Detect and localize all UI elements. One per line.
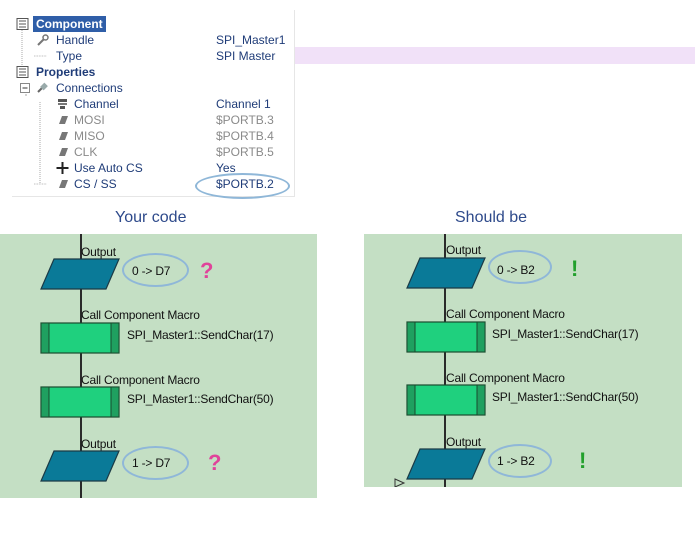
macro-expression: SPI_Master1::SendChar(50) [127,392,274,406]
tree-lines [21,30,41,184]
component-group-row[interactable]: Component [12,16,294,32]
plus-icon [56,162,69,174]
handle-label: Handle [56,33,95,47]
macro-block[interactable] [406,384,486,416]
output-label: Output [446,243,481,257]
clk-value: $PORTB.5 [216,145,274,159]
mosi-row[interactable]: MOSI $PORTB.3 [12,112,294,128]
handle-value: SPI_Master1 [216,33,286,47]
caption-should-be: Should be [455,209,528,226]
output-label: Output [81,245,116,259]
highlight-ellipse [122,253,189,287]
pin-icon [59,180,68,188]
highlight-strip [272,47,695,64]
macro-expression: SPI_Master1::SendChar(17) [492,327,639,341]
pin-icon [59,132,68,140]
flowchart-panel-should-be: Output 0 -> B2 ! Call Component Macro SP… [364,234,682,487]
handle-row[interactable]: Handle SPI_Master1 [12,32,294,48]
highlight-ellipse [122,446,189,480]
caption-your-code: Your code [115,209,187,226]
channel-row[interactable]: Channel Channel 1 [12,96,294,112]
macro-block[interactable] [406,321,486,353]
channel-icon [58,99,67,109]
properties-panel: Component Handle SPI_Master1 Type SPI Ma… [12,10,295,197]
clk-label: CLK [74,145,98,159]
pin-icon [59,116,68,124]
connections-label: Connections [56,81,123,95]
miso-label: MISO [74,129,105,143]
cursor-icon [394,478,406,487]
output-label: Output [81,437,116,451]
flowchart-panel-your-code: Output 0 -> D7 ? Call Component Macro SP… [0,234,317,498]
output-label: Output [446,435,481,449]
macro-label: Call Component Macro [81,373,200,387]
output-block[interactable] [40,258,120,290]
type-value: SPI Master [216,49,276,63]
macro-expression: SPI_Master1::SendChar(50) [492,390,639,404]
type-label: Type [56,49,83,63]
highlight-ellipse [488,444,552,478]
miso-row[interactable]: MISO $PORTB.4 [12,128,294,144]
macro-label: Call Component Macro [81,308,200,322]
question-mark: ? [200,258,214,283]
autocs-label: Use Auto CS [74,161,143,175]
exclamation-mark: ! [571,256,579,281]
channel-value: Channel 1 [216,97,271,111]
question-mark: ? [208,450,222,475]
channel-label: Channel [74,97,119,111]
mosi-label: MOSI [74,113,105,127]
cs-value-highlight-ellipse [195,173,290,199]
type-row[interactable]: Type SPI Master [12,48,294,64]
mosi-value: $PORTB.3 [216,113,274,127]
properties-group-row[interactable]: Properties [12,64,294,80]
macro-block[interactable] [40,322,120,354]
highlight-ellipse [488,250,552,284]
macro-label: Call Component Macro [446,307,565,321]
pin-icon [59,148,68,156]
output-block[interactable] [406,257,486,289]
csss-label: CS / SS [74,177,117,191]
connections-row[interactable]: Connections [12,80,294,96]
macro-label: Call Component Macro [446,371,565,385]
exclamation-mark: ! [579,448,587,473]
output-block[interactable] [40,450,120,482]
clk-row[interactable]: CLK $PORTB.5 [12,144,294,160]
macro-expression: SPI_Master1::SendChar(17) [127,328,274,342]
output-block[interactable] [406,448,486,480]
miso-value: $PORTB.4 [216,129,274,143]
macro-block[interactable] [40,386,120,418]
